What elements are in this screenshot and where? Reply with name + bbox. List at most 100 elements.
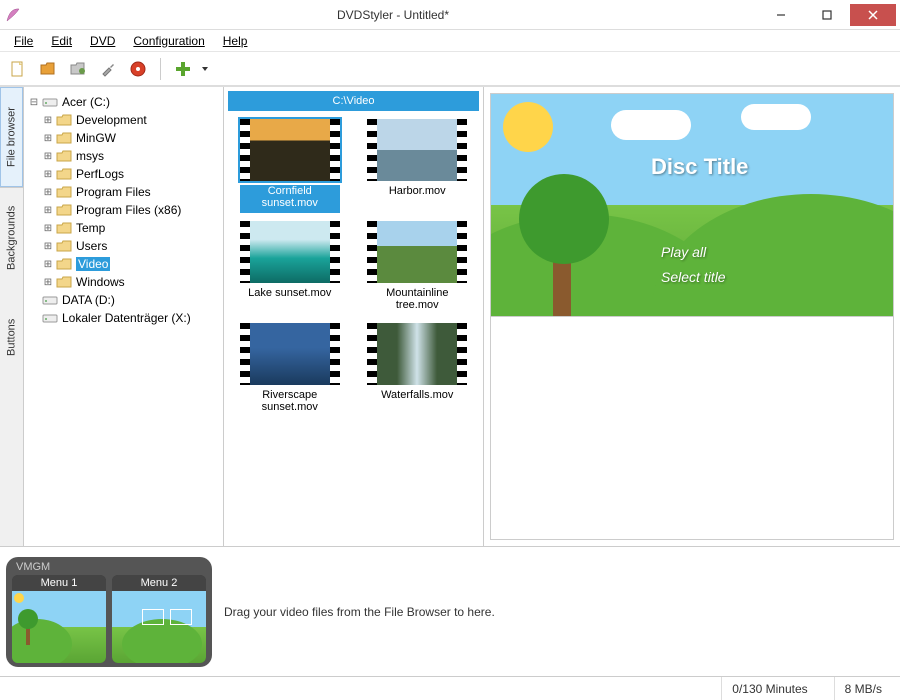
tree-label: Program Files (x86) xyxy=(76,203,181,217)
expand-icon[interactable]: ⊞ xyxy=(42,222,54,234)
film-sprocket xyxy=(240,119,250,181)
tab-backgrounds[interactable]: Backgrounds xyxy=(0,187,23,287)
expand-icon[interactable]: ⊞ xyxy=(42,204,54,216)
menu-2-thumb[interactable]: Menu 2 xyxy=(112,575,206,663)
tree-folder[interactable]: ⊞Windows xyxy=(28,273,219,291)
tree-folder[interactable]: ⊞PerfLogs xyxy=(28,165,219,183)
folder-icon xyxy=(56,113,72,127)
status-bar: 0/130 Minutes 8 MB/s xyxy=(0,676,900,700)
thumbnail-frame xyxy=(367,323,467,385)
dvd-menu-preview[interactable]: Disc Title Play all Select title xyxy=(490,93,894,317)
add-button[interactable] xyxy=(171,57,195,81)
thumbnail-label: Lake sunset.mov xyxy=(248,287,331,315)
expand-icon[interactable]: ⊞ xyxy=(42,132,54,144)
tree-folder[interactable]: ⊞ Development xyxy=(28,111,219,129)
vmgm-label: VMGM xyxy=(12,561,206,573)
film-sprocket xyxy=(240,221,250,283)
thumb-panel-path: C:\Video xyxy=(228,91,479,111)
tree-label: DATA (D:) xyxy=(62,293,115,307)
menu-1-thumb[interactable]: Menu 1 xyxy=(12,575,106,663)
file-thumbnails-panel: C:\Video Cornfield sunset.mov Harbor.mov L… xyxy=(224,87,484,546)
video-thumbnail[interactable]: Harbor.mov xyxy=(356,119,480,213)
tab-file-browser[interactable]: File browser xyxy=(0,87,23,187)
tree-graphic xyxy=(519,174,609,264)
maximize-button[interactable] xyxy=(804,4,850,26)
menu-button-play-all[interactable]: Play all xyxy=(661,244,706,260)
video-thumbnail[interactable]: Cornfield sunset.mov xyxy=(228,119,352,213)
tree-folder[interactable]: ⊞ Program Files (x86) xyxy=(28,201,219,219)
preview-panel: Disc Title Play all Select title xyxy=(484,87,900,546)
video-thumbnail[interactable]: Riverscape sunset.mov xyxy=(228,323,352,417)
tree-folder[interactable]: ⊞Users xyxy=(28,237,219,255)
tree-drive-c[interactable]: ⊟ Acer (C:) xyxy=(28,93,219,111)
expand-icon[interactable]: ⊞ xyxy=(42,168,54,180)
tree-label: Development xyxy=(76,113,147,127)
open-project-button[interactable] xyxy=(36,57,60,81)
drop-hint-text: Drag your video files from the File Brow… xyxy=(224,605,894,619)
expand-icon[interactable]: ⊞ xyxy=(42,150,54,162)
menu-dvd[interactable]: DVD xyxy=(82,32,123,50)
thumbnail-grid[interactable]: Cornfield sunset.mov Harbor.mov Lake sunse… xyxy=(224,115,483,546)
tree-folder[interactable]: ⊞Video xyxy=(28,255,219,273)
expand-icon[interactable]: ⊞ xyxy=(42,114,54,126)
drive-icon xyxy=(42,95,58,109)
settings-button[interactable] xyxy=(96,57,120,81)
menu-button-select-title[interactable]: Select title xyxy=(661,269,726,285)
add-dropdown-arrow[interactable] xyxy=(201,57,209,81)
tree-drive-d[interactable]: DATA (D:) xyxy=(28,291,219,309)
tree-folder[interactable]: ⊞ MinGW xyxy=(28,129,219,147)
film-sprocket xyxy=(330,119,340,181)
video-thumbnail[interactable]: Waterfalls.mov xyxy=(356,323,480,417)
cloud-graphic xyxy=(611,110,691,140)
burn-dvd-button[interactable] xyxy=(126,57,150,81)
video-thumbnail[interactable]: Lake sunset.mov xyxy=(228,221,352,315)
menu-configuration[interactable]: Configuration xyxy=(125,32,212,50)
disc-title-text[interactable]: Disc Title xyxy=(651,154,748,180)
film-sprocket xyxy=(367,119,377,181)
window-controls xyxy=(758,4,896,26)
film-sprocket xyxy=(330,221,340,283)
expand-icon[interactable]: ⊞ xyxy=(42,258,54,270)
tree-folder[interactable]: ⊞msys xyxy=(28,147,219,165)
expand-icon[interactable]: ⊞ xyxy=(42,276,54,288)
thumbnail-label: Mountainline tree.mov xyxy=(367,287,467,315)
menu-help[interactable]: Help xyxy=(215,32,256,50)
toolbar-separator xyxy=(160,58,161,80)
minimize-button[interactable] xyxy=(758,4,804,26)
menu-edit[interactable]: Edit xyxy=(43,32,80,50)
thumbnail-frame xyxy=(240,221,340,283)
tree-label: MinGW xyxy=(76,131,116,145)
tab-buttons[interactable]: Buttons xyxy=(0,287,23,387)
expand-icon[interactable]: ⊞ xyxy=(42,240,54,252)
tree-folder[interactable]: ⊞Temp xyxy=(28,219,219,237)
thumbnail-image xyxy=(250,323,330,385)
tree-drive-x[interactable]: Lokaler Datenträger (X:) xyxy=(28,309,219,327)
expand-placeholder xyxy=(28,294,40,306)
folder-tree[interactable]: ⊟ Acer (C:) ⊞ Development ⊞ MinGW ⊞msys⊞Perf… xyxy=(24,87,224,546)
folder-icon xyxy=(56,185,72,199)
menu-thumb-preview xyxy=(112,591,206,663)
main-area: File browser Backgrounds Buttons ⊟ Acer … xyxy=(0,86,900,546)
thumbnail-label: Cornfield sunset.mov xyxy=(240,185,340,213)
thumbnail-label: Harbor.mov xyxy=(389,185,446,213)
folder-icon xyxy=(56,131,72,145)
video-thumbnail[interactable]: Mountainline tree.mov xyxy=(356,221,480,315)
folder-icon xyxy=(56,149,72,163)
thumbnail-image xyxy=(250,221,330,283)
thumbnail-frame xyxy=(240,119,340,181)
menu-thumb-preview xyxy=(12,591,106,663)
left-tab-strip: File browser Backgrounds Buttons xyxy=(0,87,24,546)
drive-icon xyxy=(42,311,58,325)
folder-icon xyxy=(56,275,72,289)
expand-icon[interactable]: ⊞ xyxy=(42,186,54,198)
vmgm-container[interactable]: VMGM Menu 1 Menu 2 xyxy=(6,557,212,667)
titlebar: DVDStyler - Untitled* xyxy=(0,0,900,30)
tree-folder[interactable]: ⊞Program Files xyxy=(28,183,219,201)
menu-file[interactable]: File xyxy=(6,32,41,50)
film-sprocket xyxy=(240,323,250,385)
save-project-button[interactable] xyxy=(66,57,90,81)
collapse-icon[interactable]: ⊟ xyxy=(28,96,40,108)
new-project-button[interactable] xyxy=(6,57,30,81)
close-button[interactable] xyxy=(850,4,896,26)
thumbnail-image xyxy=(377,119,457,181)
